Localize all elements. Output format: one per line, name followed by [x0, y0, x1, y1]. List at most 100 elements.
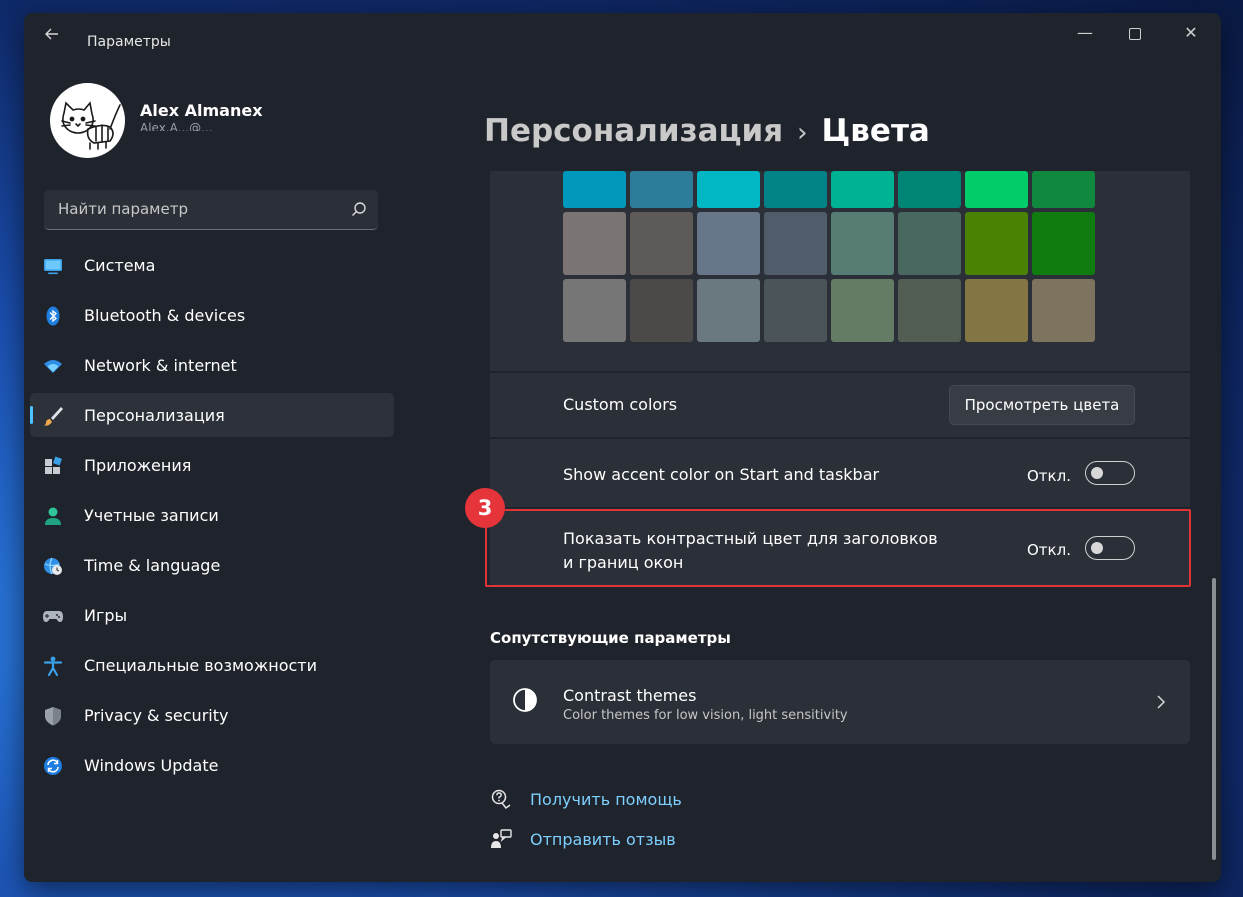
- monitor-icon: [44, 259, 62, 275]
- avatar[interactable]: [50, 83, 125, 158]
- sidebar-item-label: Network & internet: [84, 356, 237, 375]
- color-swatch[interactable]: [831, 279, 894, 342]
- profile-email: Alex.A...@...: [140, 121, 213, 131]
- accent-titlebars-row: Показать контрастный цвет для заголовков…: [490, 510, 1190, 586]
- related-settings-title: Сопутствующие параметры: [490, 629, 731, 647]
- custom-colors-row: Custom colors Просмотреть цвета: [490, 373, 1190, 437]
- accent-titlebars-label-line1: Показать контрастный цвет для заголовков: [563, 529, 938, 548]
- view-colors-button[interactable]: Просмотреть цвета: [949, 385, 1135, 425]
- color-swatch[interactable]: [630, 279, 693, 342]
- update-icon: [44, 757, 62, 775]
- title-bar: Параметры — ✕: [24, 13, 1221, 53]
- color-swatch[interactable]: [630, 171, 693, 208]
- toggle-knob: [1091, 542, 1103, 554]
- maximize-button[interactable]: [1112, 21, 1158, 45]
- page-title: Персонализация › Цвета: [484, 113, 930, 149]
- accent-titlebars-label-line2: и границ окон: [563, 553, 684, 572]
- maximize-icon: [1129, 27, 1141, 40]
- profile-name: Alex Almanex: [140, 101, 263, 120]
- color-swatch[interactable]: [831, 212, 894, 275]
- search-input[interactable]: [44, 190, 344, 228]
- color-swatch[interactable]: [697, 171, 760, 208]
- custom-colors-label: Custom colors: [563, 395, 678, 414]
- sidebar-item-gaming[interactable]: Игры: [30, 593, 394, 637]
- contrast-themes-card[interactable]: Contrast themes Color themes for low vis…: [490, 660, 1190, 744]
- sidebar-item-label: Учетные записи: [84, 506, 219, 525]
- color-swatch[interactable]: [697, 279, 760, 342]
- sidebar-item-label: Bluetooth & devices: [84, 306, 246, 325]
- color-swatch[interactable]: [898, 279, 961, 342]
- bluetooth-icon: [46, 306, 60, 326]
- search-icon[interactable]: [350, 200, 368, 218]
- sidebar-item-label: Персонализация: [84, 406, 225, 425]
- accent-start-row: Show accent color on Start and taskbar О…: [490, 439, 1190, 507]
- arrow-left-icon: [45, 28, 58, 40]
- color-swatch[interactable]: [965, 279, 1028, 342]
- scrollbar[interactable]: [1212, 578, 1216, 860]
- color-swatch[interactable]: [965, 212, 1028, 275]
- breadcrumb-separator: ›: [797, 118, 808, 148]
- sidebar-item-label: Система: [84, 256, 156, 275]
- globe-clock-icon: [44, 557, 62, 575]
- accent-start-toggle[interactable]: [1085, 461, 1135, 485]
- gamepad-icon: [43, 611, 63, 622]
- sidebar-item-time-language[interactable]: Time & language: [30, 543, 394, 587]
- sidebar-item-label: Специальные возможности: [84, 656, 318, 675]
- close-button[interactable]: ✕: [1168, 21, 1214, 45]
- color-swatch[interactable]: [764, 212, 827, 275]
- wifi-icon: [44, 360, 62, 373]
- color-swatch[interactable]: [1032, 171, 1095, 208]
- accessibility-icon: [43, 656, 63, 677]
- sidebar-item-label: Приложения: [84, 456, 192, 475]
- color-swatch[interactable]: [563, 212, 626, 275]
- sidebar-item-label: Time & language: [84, 556, 221, 575]
- accent-titlebars-toggle[interactable]: [1085, 536, 1135, 560]
- accent-start-label: Show accent color on Start and taskbar: [563, 465, 880, 484]
- color-swatch[interactable]: [1032, 279, 1095, 342]
- color-swatch[interactable]: [831, 171, 894, 208]
- person-icon: [45, 507, 61, 525]
- sidebar-item-label: Игры: [84, 606, 128, 625]
- toggle-knob: [1091, 467, 1103, 479]
- breadcrumb-parent[interactable]: Персонализация: [484, 113, 783, 149]
- apps-icon: [45, 456, 62, 474]
- color-swatch[interactable]: [898, 212, 961, 275]
- card-subtitle: Color themes for low vision, light sensi…: [563, 708, 848, 723]
- sidebar-item-system[interactable]: Система: [30, 243, 394, 287]
- color-swatch[interactable]: [630, 212, 693, 275]
- color-swatch[interactable]: [898, 171, 961, 208]
- color-swatch[interactable]: [965, 171, 1028, 208]
- sidebar-item-privacy[interactable]: Privacy & security: [30, 693, 394, 737]
- cat-drawing-icon: [61, 101, 121, 150]
- toggle-state-label: Откл.: [1027, 467, 1071, 485]
- color-swatch[interactable]: [563, 279, 626, 342]
- help-icon: [491, 789, 511, 810]
- link-label: Отправить отзыв: [530, 830, 676, 849]
- link-label: Получить помощь: [530, 790, 682, 809]
- minimize-button[interactable]: —: [1062, 21, 1108, 45]
- sidebar-item-bluetooth[interactable]: Bluetooth & devices: [30, 293, 394, 337]
- sidebar-item-accessibility[interactable]: Специальные возможности: [30, 643, 394, 687]
- back-button[interactable]: [40, 25, 64, 45]
- search-box[interactable]: [44, 190, 378, 230]
- color-swatch[interactable]: [697, 212, 760, 275]
- sidebar-item-accounts[interactable]: Учетные записи: [30, 493, 394, 537]
- sidebar-item-network[interactable]: Network & internet: [30, 343, 394, 387]
- shield-icon: [45, 707, 61, 726]
- color-swatch[interactable]: [563, 171, 626, 208]
- sidebar-item-personalization[interactable]: Персонализация: [30, 393, 394, 437]
- sidebar-item-apps[interactable]: Приложения: [30, 443, 394, 487]
- paintbrush-icon: [44, 407, 63, 426]
- active-indicator: [30, 406, 33, 424]
- card-title: Contrast themes: [563, 686, 697, 705]
- sidebar-nav: Система Bluetooth & devices Network & in…: [30, 243, 394, 793]
- sidebar-item-windows-update[interactable]: Windows Update: [30, 743, 394, 787]
- sidebar-item-label: Privacy & security: [84, 706, 229, 725]
- color-swatch[interactable]: [764, 279, 827, 342]
- color-swatch[interactable]: [764, 171, 827, 208]
- app-title: Параметры: [87, 34, 171, 50]
- sidebar-item-label: Windows Update: [84, 756, 219, 775]
- color-swatch[interactable]: [1032, 212, 1095, 275]
- feedback-icon: [491, 829, 512, 848]
- settings-window: Параметры — ✕ Alex Almanex Alex.A...@...: [24, 13, 1221, 882]
